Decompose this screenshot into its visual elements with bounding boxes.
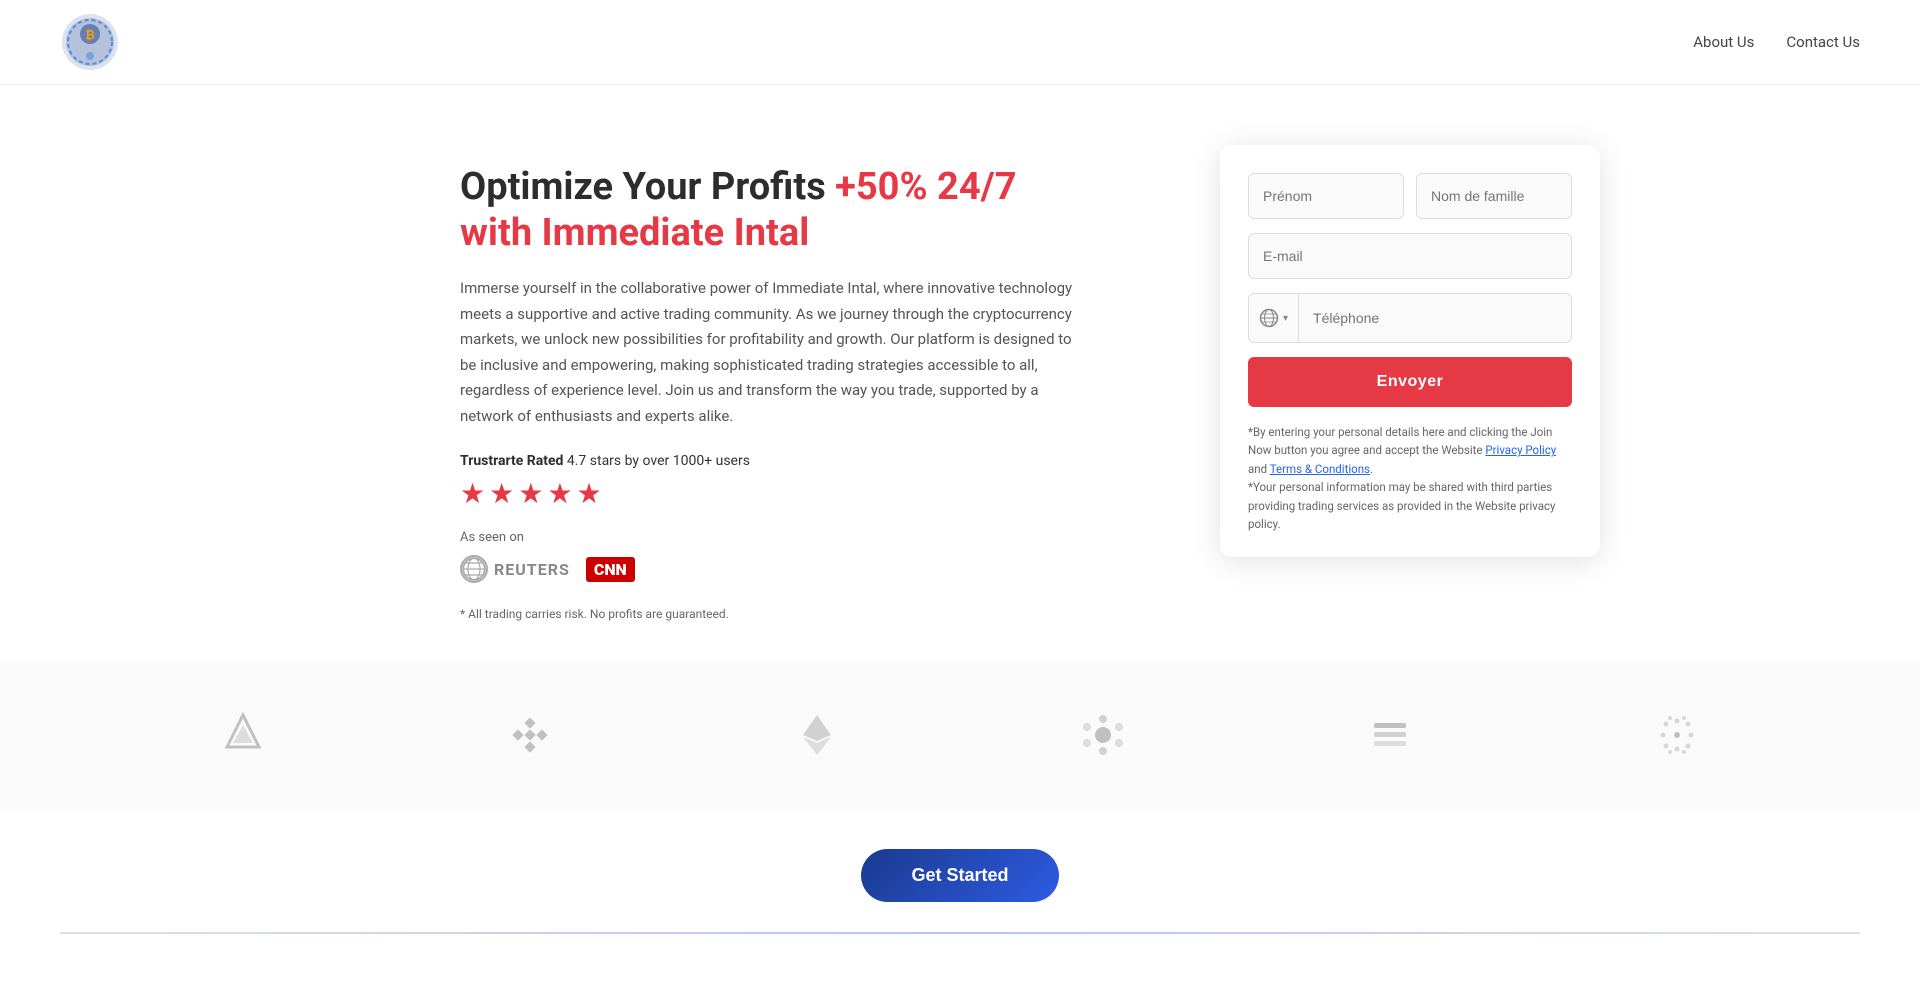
header: ₿ About Us Contact Us xyxy=(0,0,1920,85)
name-row xyxy=(1248,173,1572,219)
chevron-down-icon: ▾ xyxy=(1283,313,1288,324)
crypto-icon-hive xyxy=(1366,711,1414,759)
crypto-icon-polkadot xyxy=(1079,711,1127,759)
globe-icon xyxy=(1259,308,1279,328)
bottom-divider xyxy=(60,932,1860,934)
nav-about[interactable]: About Us xyxy=(1693,33,1754,51)
crypto-logos-section xyxy=(0,661,1920,809)
star-4: ★ xyxy=(547,477,572,510)
cta-section: Get Started xyxy=(0,809,1920,932)
svg-text:₿: ₿ xyxy=(85,28,95,42)
phone-input[interactable] xyxy=(1299,296,1571,340)
terms-link[interactable]: Terms & Conditions xyxy=(1270,462,1370,476)
get-started-button[interactable]: Get Started xyxy=(861,849,1058,902)
trust-rated: Trustrarte Rated 4.7 stars by over 1000+… xyxy=(460,453,1080,469)
cnn-logo: CNN xyxy=(586,557,635,582)
crypto-icon-cardano xyxy=(1653,711,1701,759)
reuters-icon xyxy=(460,555,488,583)
hero-title-main: Optimize Your Profits xyxy=(460,165,835,209)
email-input[interactable] xyxy=(1248,233,1572,279)
site-logo: ₿ xyxy=(60,12,120,72)
submit-button[interactable]: Envoyer xyxy=(1248,357,1572,407)
reuters-logo: REUTERS xyxy=(460,555,570,583)
crypto-icon-binance xyxy=(506,711,554,759)
star-rating: ★ ★ ★ ★ ★ xyxy=(460,477,1080,510)
as-seen-on-label: As seen on xyxy=(460,530,1080,545)
email-row xyxy=(1248,233,1572,279)
nav-contact[interactable]: Contact Us xyxy=(1786,33,1860,51)
last-name-input[interactable] xyxy=(1416,173,1572,219)
hero-left: Optimize Your Profits +50% 24/7 with Imm… xyxy=(460,145,1080,621)
star-3: ★ xyxy=(518,477,543,510)
star-2: ★ xyxy=(489,477,514,510)
logo-area: ₿ xyxy=(60,12,120,72)
media-logos: REUTERS CNN xyxy=(460,555,1080,583)
hero-section: Optimize Your Profits +50% 24/7 with Imm… xyxy=(0,85,1920,661)
phone-flag-selector[interactable]: ▾ xyxy=(1249,294,1299,342)
form-legal: *By entering your personal details here … xyxy=(1248,423,1572,533)
first-name-input[interactable] xyxy=(1248,173,1404,219)
hero-title: Optimize Your Profits +50% 24/7 with Imm… xyxy=(460,165,1080,256)
signup-form-card: ▾ Envoyer *By entering your personal det… xyxy=(1220,145,1600,557)
star-5: ★ xyxy=(576,477,601,510)
crypto-icon-ethereum xyxy=(793,711,841,759)
hero-description: Immerse yourself in the collaborative po… xyxy=(460,276,1080,429)
disclaimer-text: * All trading carries risk. No profits a… xyxy=(460,607,1080,621)
crypto-icon-arka xyxy=(219,711,267,759)
reuters-text: REUTERS xyxy=(494,560,570,579)
privacy-policy-link[interactable]: Privacy Policy xyxy=(1485,443,1556,457)
main-nav: About Us Contact Us xyxy=(1693,33,1860,51)
phone-row: ▾ xyxy=(1248,293,1572,343)
star-1: ★ xyxy=(460,477,485,510)
